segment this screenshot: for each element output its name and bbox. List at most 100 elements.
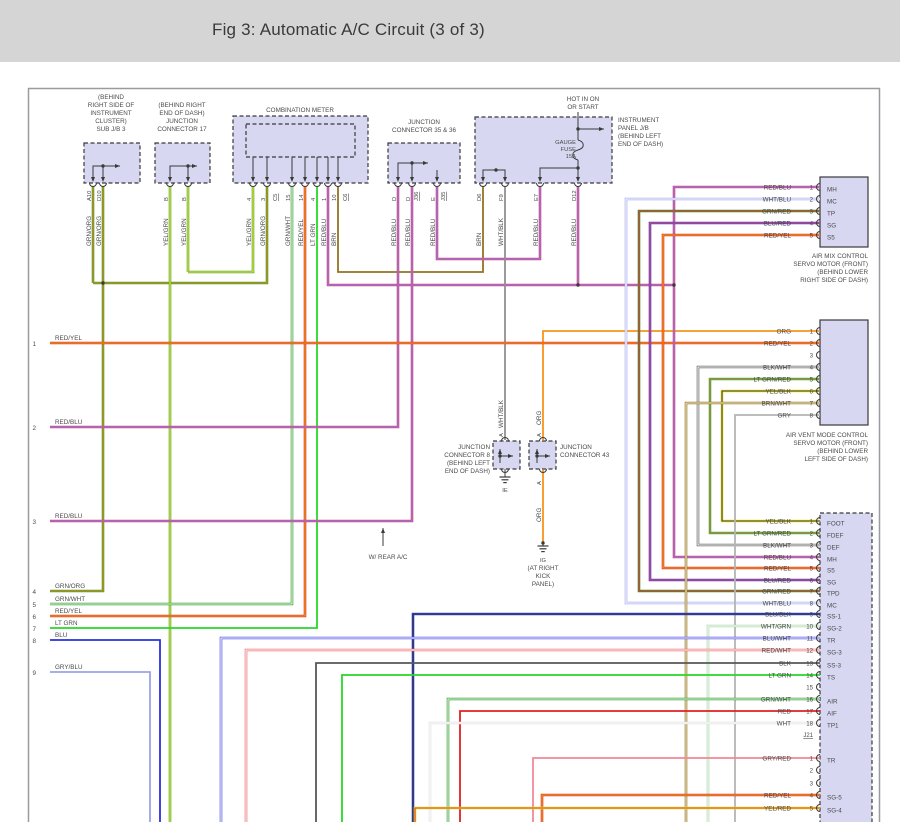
diagram-label: OR START (567, 104, 598, 111)
diagram-label: (BEHIND LEFT (447, 460, 490, 467)
diagram-label: PANEL J/B (618, 125, 649, 132)
air-mix-servo-pin-label: SG (827, 223, 836, 230)
diagram-label: IG (540, 558, 547, 564)
diagram-label: 2 (32, 425, 36, 432)
ac-amplifier-pin-number: 18 (806, 720, 813, 727)
diagram-label: 9 (32, 670, 36, 677)
diagram-label: RED/YEL (55, 335, 82, 342)
ac-amplifier-pin-label: SG-3 (827, 650, 842, 657)
ac-amplifier-lower-pin-label: SG-5 (827, 795, 842, 802)
diagram-label: WHT/BLK (498, 217, 505, 246)
diagram-label: J35 (441, 192, 447, 201)
diagram-label: (BEHIND RIGHT (158, 102, 205, 109)
air-vent-mode-servo-wire-label: BRN/WHT (762, 400, 792, 407)
diagram-label: J21 (803, 733, 813, 739)
diagram-label: KICK (536, 573, 551, 580)
air-mix-servo-wire-label: BLU/RED (764, 220, 792, 227)
diagram-label: (BEHIND LOWER (817, 448, 868, 455)
component-box-10 (528, 440, 557, 470)
diagram-label: RED/BLU (533, 218, 540, 246)
ac-amplifier-wire-label: WHT/BLU (763, 600, 792, 607)
diagram-label: J36 (414, 192, 420, 201)
ac-amplifier-wire-label: GRN/RED (762, 588, 791, 595)
diagram-label: SERVO MOTOR (FRONT) (793, 440, 868, 447)
diagram-label: LT GRN (310, 223, 317, 246)
diagram-label: ORG (536, 411, 543, 425)
air-vent-mode-servo-wire-label: ORG (777, 328, 791, 335)
diagram-label: JUNCTION (560, 444, 592, 451)
wiring-diagram: (BEHINDRIGHT SIDE OFINSTRUMENTCLUSTER)SU… (27, 87, 881, 822)
air-mix-servo-wire-label: GRN/RED (762, 208, 791, 215)
diagram-label: GRN/ORG (260, 216, 267, 246)
ac-amplifier-wire-label: BLU/BLK (765, 611, 792, 618)
ac-amplifier-pin-number: 13 (806, 660, 813, 667)
ac-amplifier-lower-pin-label: SG-4 (827, 808, 842, 815)
ac-amplifier-pin-label: SS-1 (827, 614, 841, 621)
diagram-label: YEL/GRN (181, 218, 188, 246)
ac-amplifier-wire-label: RED/BLU (764, 554, 792, 561)
diagram-label: HOT IN ON (567, 96, 600, 103)
ac-amplifier-pin-label: FOOT (827, 521, 845, 528)
diagram-label: C5 (273, 194, 279, 201)
diagram-label: LEFT SIDE OF DASH) (804, 456, 868, 463)
air-mix-servo-wire-label: RED/YEL (764, 232, 791, 239)
diagram-label: RED/BLU (430, 218, 437, 246)
diagram-label: GRN/ORG (96, 216, 103, 246)
ac-amplifier-wire-label: RED/WHT (762, 647, 792, 654)
ac-amplifier-pin-label: SS-3 (827, 663, 841, 670)
diagram-label: E (431, 197, 437, 201)
diagram-label: A10 (87, 191, 93, 201)
diagram-label: JUNCTION (408, 119, 440, 126)
ac-amplifier-wire-label: LT GRN/RED (753, 530, 791, 537)
diagram-label: YEL/GRN (163, 218, 170, 246)
diagram-label: END OF DASH) (445, 468, 490, 475)
ac-amplifier-pin-number: 14 (806, 672, 813, 679)
diagram-label: SERVO MOTOR (FRONT) (793, 261, 868, 268)
diagram-label: E7 (534, 194, 540, 201)
diagram-label: RED/BLU (55, 513, 83, 520)
diagram-label: GRN/WHT (55, 596, 85, 603)
ac-amplifier-pin-number: 17 (806, 708, 813, 715)
ac-amplifier-pin-label: MH (827, 557, 837, 564)
diagram-label: (AT RIGHT (528, 565, 559, 572)
diagram-label: GRY/BLU (55, 664, 83, 671)
diagram-label: GRN/ORG (55, 583, 85, 590)
diagram-label: WHT/BLK (498, 399, 505, 428)
diagram-label: 7 (32, 626, 36, 633)
diagram-label: (BEHIND LOWER (817, 269, 868, 276)
junction-dot (101, 164, 105, 168)
component-box-7 (819, 319, 869, 426)
diagram-label: BLU (55, 632, 68, 639)
air-mix-servo-pin-label: TP (827, 211, 835, 218)
diagram-label: INSTRUMENT (618, 117, 659, 124)
junction-dot (101, 281, 105, 285)
diagram-label: GRN/ORG (86, 216, 93, 246)
diagram-label: BRN (331, 232, 338, 246)
ac-amplifier-wire-label: BLK (779, 660, 792, 667)
ac-amplifier-wire-label: RED/YEL (764, 565, 791, 572)
ac-amplifier-pin-number: 15 (806, 684, 813, 691)
diagram-label: CONNECTOR 43 (560, 452, 610, 459)
diagram-label: 5 (32, 602, 36, 609)
diagram-label: INSTRUMENT (90, 110, 131, 117)
diagram-label: CONNECTOR 8 (444, 452, 490, 459)
ac-amplifier-pin-label: S5 (827, 568, 835, 575)
diagram-label: END OF DASH) (159, 110, 204, 117)
diagram-label: A (537, 433, 543, 437)
junction-dot (576, 166, 580, 170)
junction-dot (576, 283, 580, 287)
ac-amplifier-pin-label: TS (827, 675, 835, 682)
diagram-label: 15A (566, 154, 576, 160)
ac-amplifier-pin-number: 11 (807, 635, 814, 642)
component-box-1 (154, 142, 211, 184)
diagram-label: D10 (97, 190, 103, 201)
diagram-label: COMBINATION METER (266, 107, 334, 114)
figure-title-bar: Fig 3: Automatic A/C Circuit (3 of 3) (0, 0, 900, 62)
diagram-label: 8 (32, 638, 36, 645)
junction-dot (498, 454, 502, 458)
junction-dot (494, 168, 498, 172)
diagram-label: AIR MIX CONTROL (812, 253, 868, 260)
ac-amplifier-wire-label: WHT/GRN (761, 623, 792, 630)
diagram-label: (BEHIND LEFT (618, 133, 661, 140)
ac-amplifier-lower-wire-label: RED/YEL (764, 792, 791, 799)
